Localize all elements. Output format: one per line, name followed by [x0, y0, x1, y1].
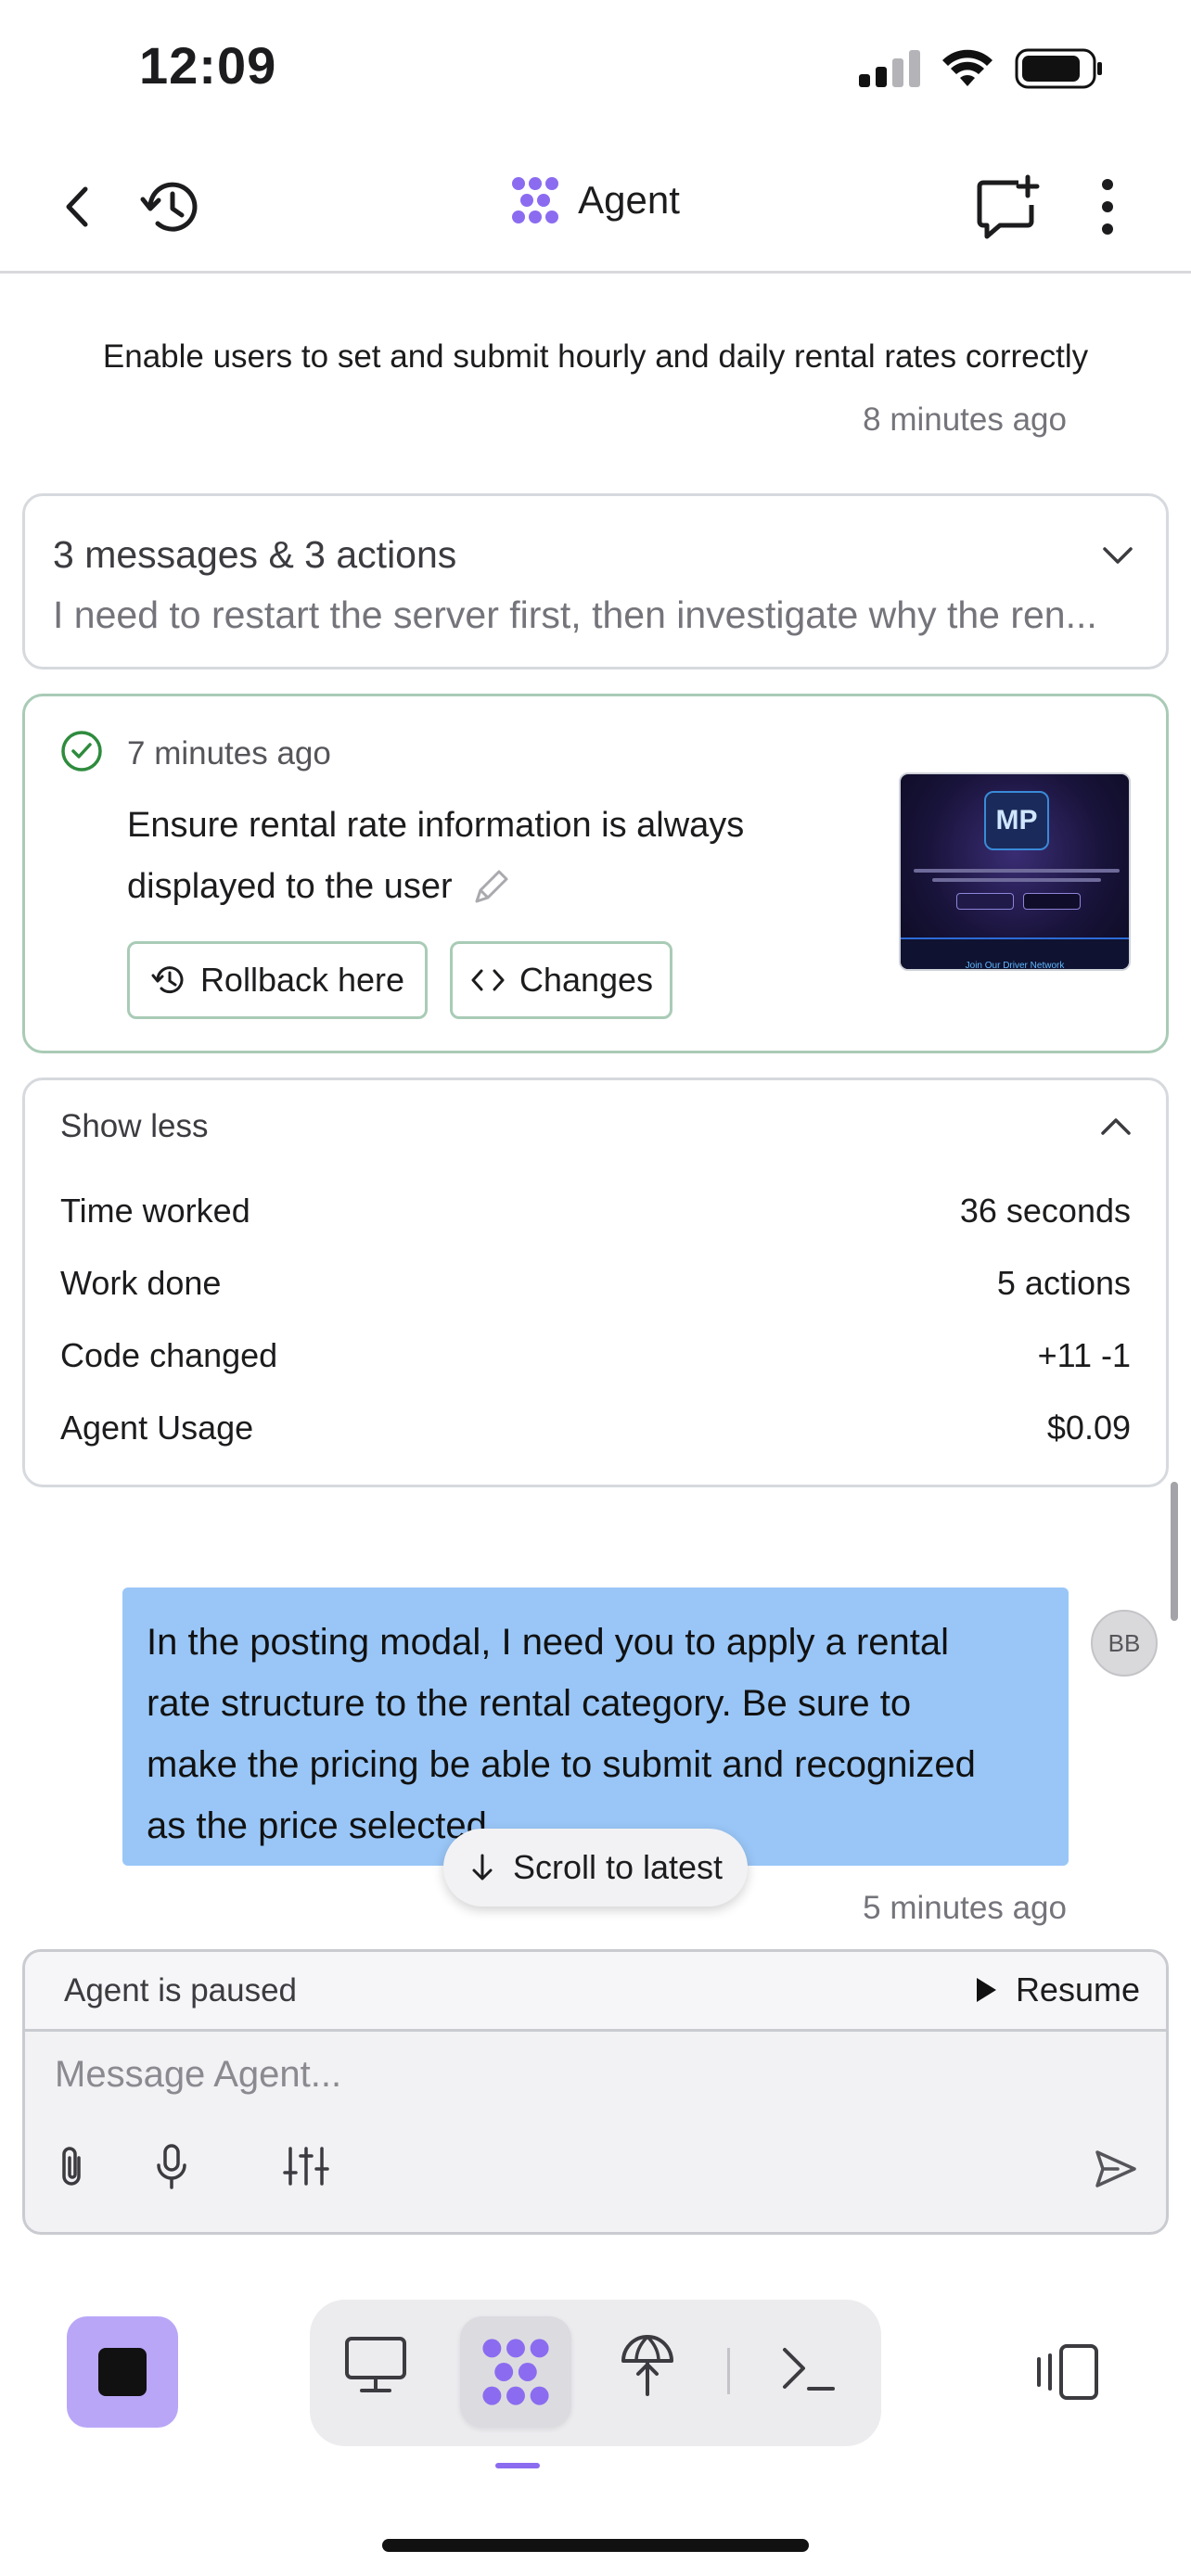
deploy-umbrella-icon	[621, 2335, 673, 2396]
cellular-signal-icon	[859, 50, 920, 87]
user-message-bubble: In the posting modal, I need you to appl…	[122, 1588, 1069, 1866]
home-indicator	[382, 2539, 809, 2552]
terminal-icon	[783, 2348, 835, 2391]
user-message-line-3: make the pricing be able to submit and r…	[147, 1744, 976, 1785]
user-message-line-1: In the posting modal, I need you to appl…	[147, 1622, 950, 1663]
paperclip-icon[interactable]	[55, 2145, 88, 2189]
microphone-icon[interactable]	[153, 2143, 190, 2191]
divider	[727, 2348, 730, 2394]
message-input[interactable]: Message Agent...	[55, 2054, 341, 2096]
split-view-icon	[1037, 2344, 1098, 2400]
preview-logo: MP	[984, 791, 1049, 850]
new-chat-icon	[977, 174, 1040, 239]
code-brackets-icon	[471, 969, 505, 991]
collapsed-subtitle: I need to restart the server first, then…	[53, 593, 1097, 636]
changes-button[interactable]: Changes	[450, 941, 672, 1019]
message-composer: Agent is paused Resume Message Agent...	[22, 1949, 1169, 2235]
tab-shell[interactable]	[779, 2342, 837, 2399]
more-options-button[interactable]	[1070, 170, 1145, 244]
stat-label: Code changed	[60, 1336, 278, 1374]
stat-row-code-changed: Code changed +11 -1	[60, 1336, 1131, 1375]
user-message-timestamp: 5 minutes ago	[863, 1890, 1067, 1926]
stat-label: Work done	[60, 1264, 222, 1302]
checkpoint-line-2: displayed to the user	[127, 867, 453, 906]
rollback-history-icon	[151, 966, 184, 994]
rollback-here-button[interactable]: Rollback here	[127, 941, 428, 1019]
active-tab-indicator	[495, 2463, 540, 2468]
stat-label: Agent Usage	[60, 1409, 254, 1447]
wifi-icon	[942, 49, 992, 86]
edit-pencil-icon[interactable]	[471, 866, 512, 907]
preview-signup-button	[956, 893, 1014, 910]
goal-timestamp: 8 minutes ago	[863, 402, 1067, 438]
tab-deploy[interactable]	[620, 2331, 675, 2403]
preview-footer-text: Join Our Driver Network	[901, 937, 1129, 969]
stop-button[interactable]	[67, 2316, 178, 2428]
user-message-line-2: rate structure to the rental category. B…	[147, 1683, 912, 1724]
new-chat-button[interactable]	[970, 170, 1044, 244]
changes-label: Changes	[519, 961, 654, 999]
app-preview-thumbnail[interactable]: MP Join Our Driver Network	[899, 772, 1131, 971]
app-header: Agent	[0, 139, 1191, 274]
status-icons	[859, 48, 1104, 89]
split-view-button[interactable]	[1033, 2342, 1102, 2406]
stat-row-agent-usage: Agent Usage $0.09	[60, 1409, 1131, 1447]
play-icon	[976, 1978, 996, 2002]
tab-webview[interactable]	[343, 2335, 408, 2401]
checkpoint-line-2-row: displayed to the user	[127, 856, 744, 917]
chevron-up-icon[interactable]	[1099, 1116, 1133, 1138]
resume-button[interactable]: Resume	[973, 1970, 1140, 2009]
collapsed-messages-card[interactable]: 3 messages & 3 actions I need to restart…	[22, 493, 1169, 670]
usage-stats-card: Show less Time worked 36 seconds Work do…	[22, 1078, 1169, 1487]
show-less-toggle[interactable]: Show less	[60, 1108, 209, 1145]
stat-value: $0.09	[1046, 1409, 1131, 1447]
checkpoint-timestamp: 7 minutes ago	[127, 735, 331, 772]
view-switcher	[310, 2300, 881, 2446]
agent-paused-bar: Agent is paused Resume	[25, 1952, 1166, 2032]
scrollbar-thumb[interactable]	[1171, 1482, 1178, 1621]
preview-text-line	[914, 869, 1120, 873]
more-vertical-icon	[1102, 179, 1113, 235]
send-icon[interactable]	[1094, 2149, 1138, 2189]
stat-value: 36 seconds	[959, 1192, 1131, 1230]
stat-label: Time worked	[60, 1192, 250, 1230]
battery-icon	[1015, 48, 1102, 89]
stat-value: 5 actions	[996, 1264, 1131, 1302]
agent-logo-icon	[512, 177, 559, 223]
scroll-to-latest-button[interactable]: Scroll to latest	[443, 1829, 748, 1906]
stat-row-time-worked: Time worked 36 seconds	[60, 1192, 1131, 1231]
bottom-toolbar	[0, 2281, 1191, 2468]
arrow-down-icon	[472, 1854, 493, 1881]
preview-text-line	[932, 878, 1101, 882]
scroll-to-latest-label: Scroll to latest	[512, 1848, 724, 1886]
checkpoint-line-1: Ensure rental rate information is always	[127, 806, 745, 845]
check-circle-icon	[61, 731, 102, 772]
agent-paused-text: Agent is paused	[64, 1972, 298, 2009]
monitor-icon	[345, 2337, 406, 2392]
tab-agent[interactable]	[460, 2316, 571, 2428]
goal-text: Enable users to set and submit hourly an…	[102, 338, 1089, 375]
header-title-text: Agent	[578, 178, 680, 222]
chevron-down-icon	[1103, 547, 1133, 564]
rollback-here-label: Rollback here	[199, 961, 405, 999]
status-time: 12:09	[139, 36, 277, 95]
checkpoint-message: Ensure rental rate information is always…	[127, 795, 744, 917]
stop-icon	[98, 2348, 147, 2396]
preview-support-button	[1023, 893, 1081, 910]
collapsed-title: 3 messages & 3 actions	[53, 533, 457, 576]
checkpoint-card: 7 minutes ago Ensure rental rate informa…	[22, 694, 1169, 1053]
stat-value: +11 -1	[1037, 1336, 1131, 1374]
user-avatar: BB	[1091, 1610, 1158, 1677]
resume-label: Resume	[1015, 1970, 1140, 2009]
stat-row-work-done: Work done 5 actions	[60, 1264, 1131, 1303]
settings-sliders-icon[interactable]	[283, 2145, 329, 2187]
agent-logo-icon	[482, 2339, 549, 2405]
